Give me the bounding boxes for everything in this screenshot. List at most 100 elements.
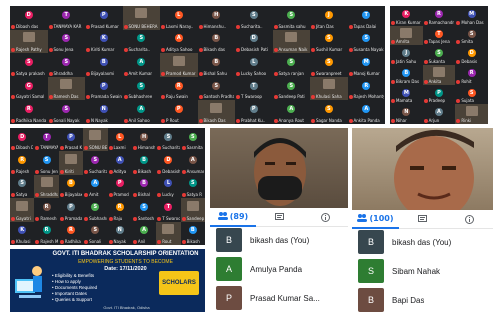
participant-tile[interactable]: S Sandeep Pati [273,77,311,101]
participant-tile[interactable]: A Ansuman [181,151,205,174]
participant-tile[interactable]: R Rajesh Mohanty [348,77,386,101]
participant-tile[interactable]: Rinki [455,104,488,124]
participant-tile[interactable]: S Sujata [455,85,488,105]
participant-tile[interactable]: Rajesh Pathy [10,29,48,54]
participant-tile[interactable]: P Pradeep [423,85,456,105]
participant-tile[interactable]: S Satya prakash [10,53,48,77]
participant-tile[interactable]: L Lucky Sahoo [235,53,273,77]
participant-tile[interactable]: M Mamata [390,85,423,105]
participant-tile[interactable]: A Amit [83,175,107,198]
participant-tile[interactable]: Sandeep [180,198,205,222]
participant-tile[interactable]: Pramod Kumar [160,53,198,77]
participant-tile[interactable]: S Subhashree [83,198,107,221]
participant-tile[interactable]: S Sasmita [181,128,205,151]
tab-info[interactable] [446,210,493,228]
participant-tile[interactable]: S Sukanta [423,45,456,65]
participant-tile[interactable]: Ankita [422,64,456,85]
participant-tile[interactable]: S Susanta Nayak [348,30,386,54]
participant-tile[interactable]: A Ananya Rout [273,100,311,124]
participant-tile[interactable]: S Sagar Nanda [310,100,348,124]
participant-tile[interactable]: T Tapas Dalai [348,6,386,30]
participant-tile[interactable]: Rout [156,221,181,245]
participant-tile[interactable]: R Raju Swain [160,77,198,101]
participant-tile[interactable]: P P Rout [160,100,198,124]
participant-tile[interactable]: D Dibash Das [10,128,34,151]
participant-tile[interactable]: D Dibash das [10,6,48,30]
participant-tile[interactable]: T Tapas Jena [423,26,456,46]
participant-tile[interactable]: P Prabhat Ku.. [235,100,273,124]
tab-participants[interactable]: (100) [352,209,399,229]
participant-tile[interactable]: R Radhika Nanda [10,100,48,124]
participant-tile[interactable]: S Sucharita [83,151,107,174]
participant-tile[interactable]: Kiriti [58,151,84,175]
participant-tile[interactable]: Ramesh Das [47,76,85,101]
participant-tile[interactable]: R Rohit [455,65,488,85]
participant-tile[interactable]: S Subhashree [123,77,161,101]
participant-tile[interactable]: N Nihar [390,104,423,124]
participant-tile[interactable]: S Sonali [83,222,107,245]
participant-tile[interactable]: N N Nayak [85,100,123,124]
participant-tile[interactable]: Khulasi Saha [310,76,348,101]
participant-tile[interactable]: R Ramachandra [423,6,456,26]
participant-tile[interactable]: A Anil Sahoo [123,100,161,124]
participant-tile[interactable]: S Santosh [132,198,156,221]
participant-tile[interactable]: B Bishal Sahu [198,53,236,77]
participant-tile[interactable]: B Bijayalaxmi [59,175,83,198]
participant-tile[interactable]: D Debasish [156,151,180,174]
participant-tile[interactable]: T TANMAYA KAR [48,6,86,30]
participant-tile[interactable]: S Sushil Kumar [310,30,348,54]
tab-participants[interactable]: (89) [210,207,256,227]
participant-tile[interactable]: K Kiran Kumar [390,6,423,26]
participant-list-item[interactable]: Bbikash das (You) [210,226,348,254]
participant-tile[interactable]: M Manoj Kumar [348,53,386,77]
participant-list-item[interactable]: A Amulya Panda [210,255,348,283]
participant-tile[interactable]: A Aditya [108,151,132,174]
participant-tile[interactable]: S Sonu Jena [48,30,86,54]
tab-info[interactable] [302,208,348,226]
participant-tile[interactable]: P Pramada Swain [85,77,123,101]
participant-tile[interactable]: J Jatin Sahu [390,45,423,65]
participant-tile[interactable]: S Sasmita sahu [273,6,311,30]
participant-tile[interactable]: S Smita [455,26,488,46]
participant-tile[interactable]: T T Swaroop [156,198,180,221]
participant-tile[interactable]: J Jitan Das [310,6,348,30]
participant-tile[interactable]: L Laxmi Naray.. [160,6,198,30]
participant-tile[interactable]: A Aditya Sahoo [160,30,198,54]
participant-tile[interactable]: K Kiriti Kumar [85,30,123,54]
participant-tile[interactable]: P Pramod [108,175,132,198]
participant-tile[interactable]: H Himanshu [132,128,156,151]
participant-tile[interactable]: S Santosh Pradhan [198,77,236,101]
participant-tile[interactable]: D Debasis [455,45,488,65]
participant-tile[interactable]: R Ramesh [34,198,58,221]
participant-tile[interactable]: L Lucky [156,175,180,198]
participant-tile[interactable]: T TANMAYA [34,128,58,151]
participant-tile[interactable]: A Arjun [423,104,456,124]
participant-tile[interactable]: SONU BEHERA [83,128,108,152]
participant-tile[interactable]: B Bikash das [198,30,236,54]
participant-tile[interactable]: S Sonali Nayak [48,100,86,124]
participant-tile[interactable]: Gayatri [10,198,35,222]
participant-tile[interactable]: B Bikash [181,222,205,245]
participant-tile[interactable]: A Amit Kumar [123,53,161,77]
participant-tile[interactable]: T T Swaroop [235,77,273,101]
tab-chat[interactable] [399,210,446,228]
participant-tile[interactable]: N Nayak [108,222,132,245]
participant-tile[interactable]: B Bijayalaxmi [85,53,123,77]
participant-tile[interactable]: Shraddha [34,174,59,199]
participant-tile[interactable]: Amrita [390,25,423,46]
participant-tile[interactable]: P Prasad Kumar [59,128,83,151]
participant-tile[interactable]: P Prasad Kumar [85,6,123,30]
participant-list-item[interactable]: S Sibam Nahak [352,257,493,285]
participant-list-item[interactable]: P Prasad Kumar Sa... [210,284,348,312]
participant-tile[interactable]: S Satya ranjan [273,53,311,77]
participant-tile[interactable]: S Satya [10,175,34,198]
participant-tile[interactable]: L Laxmi [108,128,132,151]
participant-tile[interactable]: S Shraddha [48,53,86,77]
participant-tile[interactable]: D Debasish Pati [235,30,273,54]
participant-tile[interactable]: S Swaranpreet [310,53,348,77]
participant-tile[interactable]: B Bikash [132,151,156,174]
participant-tile[interactable]: SONU BEHERA [122,6,160,30]
participant-tile[interactable]: S Sonu Jena [34,151,58,174]
participant-tile[interactable]: K Khulasi [10,222,34,245]
participant-tile[interactable]: A Anil [132,222,156,245]
